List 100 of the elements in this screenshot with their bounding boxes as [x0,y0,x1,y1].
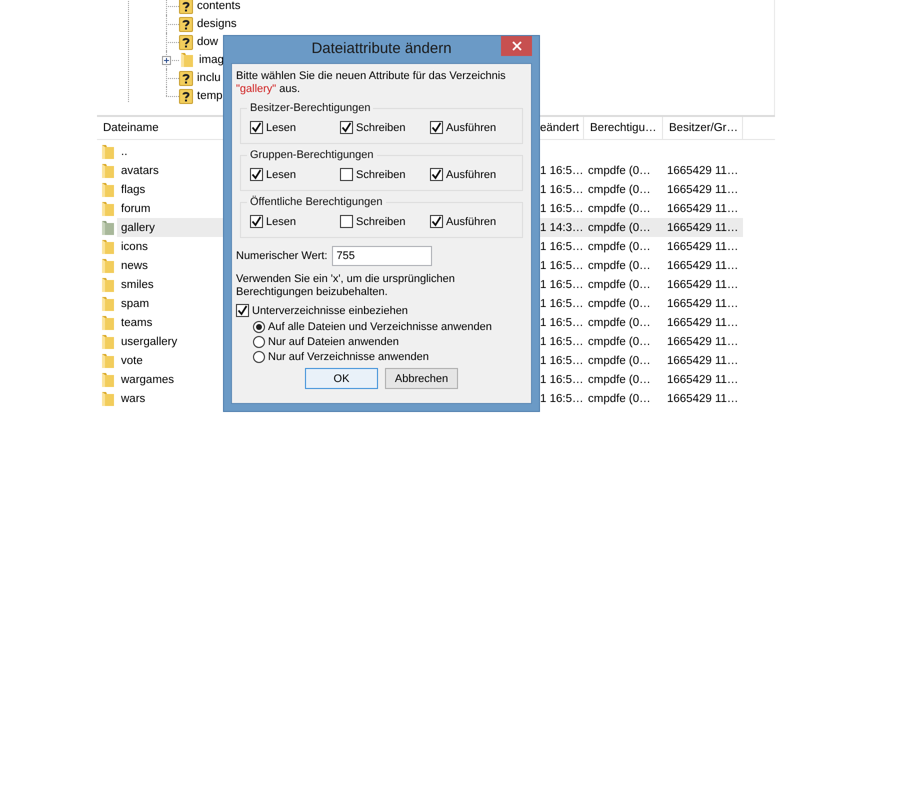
table-cell: cmpdfe (0… [588,240,651,252]
column-header[interactable]: Besitzer/Gr… [669,122,738,134]
table-cell: 1 16:5… [540,164,584,176]
table-cell: 1665429 11… [667,392,738,404]
checkbox-label[interactable]: Lesen [266,168,296,180]
input-field[interactable]: 755 [332,246,432,266]
checkbox[interactable] [250,168,263,181]
checkbox-label[interactable]: Unterverzeichnisse einbeziehen [252,304,408,316]
table-cell: cmpdfe (0… [588,260,651,272]
field-label: Numerischer Wert: [236,250,328,262]
file-name[interactable]: gallery [121,222,155,234]
checkbox-label[interactable]: Ausführen [446,122,496,134]
folder-icon [100,220,116,236]
radio-button[interactable] [253,351,265,363]
table-cell: 1665429 11… [667,278,738,290]
table-cell: 1 16:5… [540,240,584,252]
dialog-button[interactable]: OK [305,368,378,389]
column-header[interactable]: Dateiname [103,122,159,134]
folder-icon [100,352,116,368]
group-title: Besitzer-Berechtigungen [249,102,372,114]
table-cell: 1 16:5… [540,354,584,366]
checkbox[interactable] [340,168,353,181]
dialog-button[interactable]: Abbrechen [385,368,458,389]
checkbox[interactable] [340,215,353,228]
file-name[interactable]: icons [121,240,148,252]
checkbox-label[interactable]: Ausführen [446,168,496,180]
table-cell: 1 16:5… [540,298,584,310]
checkbox[interactable] [430,121,443,134]
file-name[interactable]: spam [121,298,150,310]
table-cell: 1 16:5… [540,202,584,214]
checkbox[interactable] [430,215,443,228]
radio-button[interactable] [253,321,265,333]
table-cell: 1665429 11… [667,354,738,366]
file-name[interactable]: usergallery [121,336,178,348]
file-name[interactable]: forum [121,202,150,214]
folder-icon [100,372,116,388]
checkbox[interactable] [250,215,263,228]
folder-icon [100,182,116,198]
table-cell: 1665429 11… [667,202,738,214]
table-cell: 1 14:3… [540,222,584,234]
tree-item[interactable]: inclu [196,72,222,84]
table-cell: 1 16:5… [540,392,584,404]
radio-label[interactable]: Auf alle Dateien und Verzeichnisse anwenden [268,321,492,333]
table-cell: cmpdfe (0… [588,392,651,404]
file-name[interactable]: smiles [121,278,154,290]
file-name[interactable]: news [121,260,148,272]
column-header[interactable]: eändert [540,122,580,134]
checkbox[interactable] [430,168,443,181]
tree-item[interactable]: imag [198,54,225,66]
file-name[interactable]: wargames [121,374,174,386]
checkbox-label[interactable]: Ausführen [446,216,496,228]
radio-label[interactable]: Nur auf Dateien anwenden [268,336,399,348]
table-cell: 1665429 11… [667,374,738,386]
table-cell: cmpdfe (0… [588,374,651,386]
unknown-folder-icon [179,34,193,50]
checkbox-label[interactable]: Schreiben [356,122,406,134]
file-name[interactable]: flags [121,184,146,196]
intro-text: Bitte wählen Sie die neuen Attribute für das Verzeichnis "gallery" aus. [236,70,507,96]
group-title: Gruppen-Berechtigungen [249,149,375,161]
close-button[interactable] [501,36,532,56]
file-name[interactable]: vote [121,354,143,366]
table-cell: cmpdfe (0… [588,184,651,196]
checkbox-label[interactable]: Lesen [266,216,296,228]
table-cell: 1665429 11… [667,298,738,310]
checkbox[interactable] [236,304,249,317]
table-cell: 1665429 11… [667,164,738,176]
folder-icon [100,314,116,330]
file-name[interactable]: avatars [121,164,159,176]
radio-label[interactable]: Nur auf Verzeichnisse anwenden [268,351,429,363]
radio-button[interactable] [253,336,265,348]
checkbox-label[interactable]: Schreiben [356,168,406,180]
table-cell: 1 16:5… [540,278,584,290]
table-cell: 1665429 11… [667,336,738,348]
unknown-folder-icon [179,16,193,32]
table-cell: 1 16:5… [540,316,584,328]
hint-text: Verwenden Sie ein 'x', um die ursprünglichen Berechtigungen beizubehalten. [236,273,456,299]
checkbox[interactable] [250,121,263,134]
table-cell: cmpdfe (0… [588,354,651,366]
table-cell: cmpdfe (0… [588,202,651,214]
folder-icon [100,296,116,312]
group-title: Öffentliche Berechtigungen [249,196,384,208]
file-name[interactable]: wars [121,392,146,404]
table-cell: 1665429 11… [667,184,738,196]
unknown-folder-icon [179,0,193,14]
table-cell: 1665429 11… [667,316,738,328]
file-name[interactable]: teams [121,316,152,328]
tree-item[interactable]: contents [196,0,242,12]
window-title: Dateiattribute ändern [311,40,452,57]
tree-item[interactable]: dow [196,36,220,48]
tree-item[interactable]: temp [196,90,224,102]
column-header[interactable]: Berechtigu… [590,122,656,134]
table-cell: cmpdfe (0… [588,316,651,328]
table-cell: 1665429 11… [667,222,738,234]
checkbox[interactable] [340,121,353,134]
tree-item[interactable]: designs [196,18,238,30]
checkbox-label[interactable]: Schreiben [356,216,406,228]
expand-icon[interactable] [162,56,171,65]
checkbox-label[interactable]: Lesen [266,122,296,134]
file-name[interactable]: .. [121,146,128,158]
folder-icon [100,276,116,292]
